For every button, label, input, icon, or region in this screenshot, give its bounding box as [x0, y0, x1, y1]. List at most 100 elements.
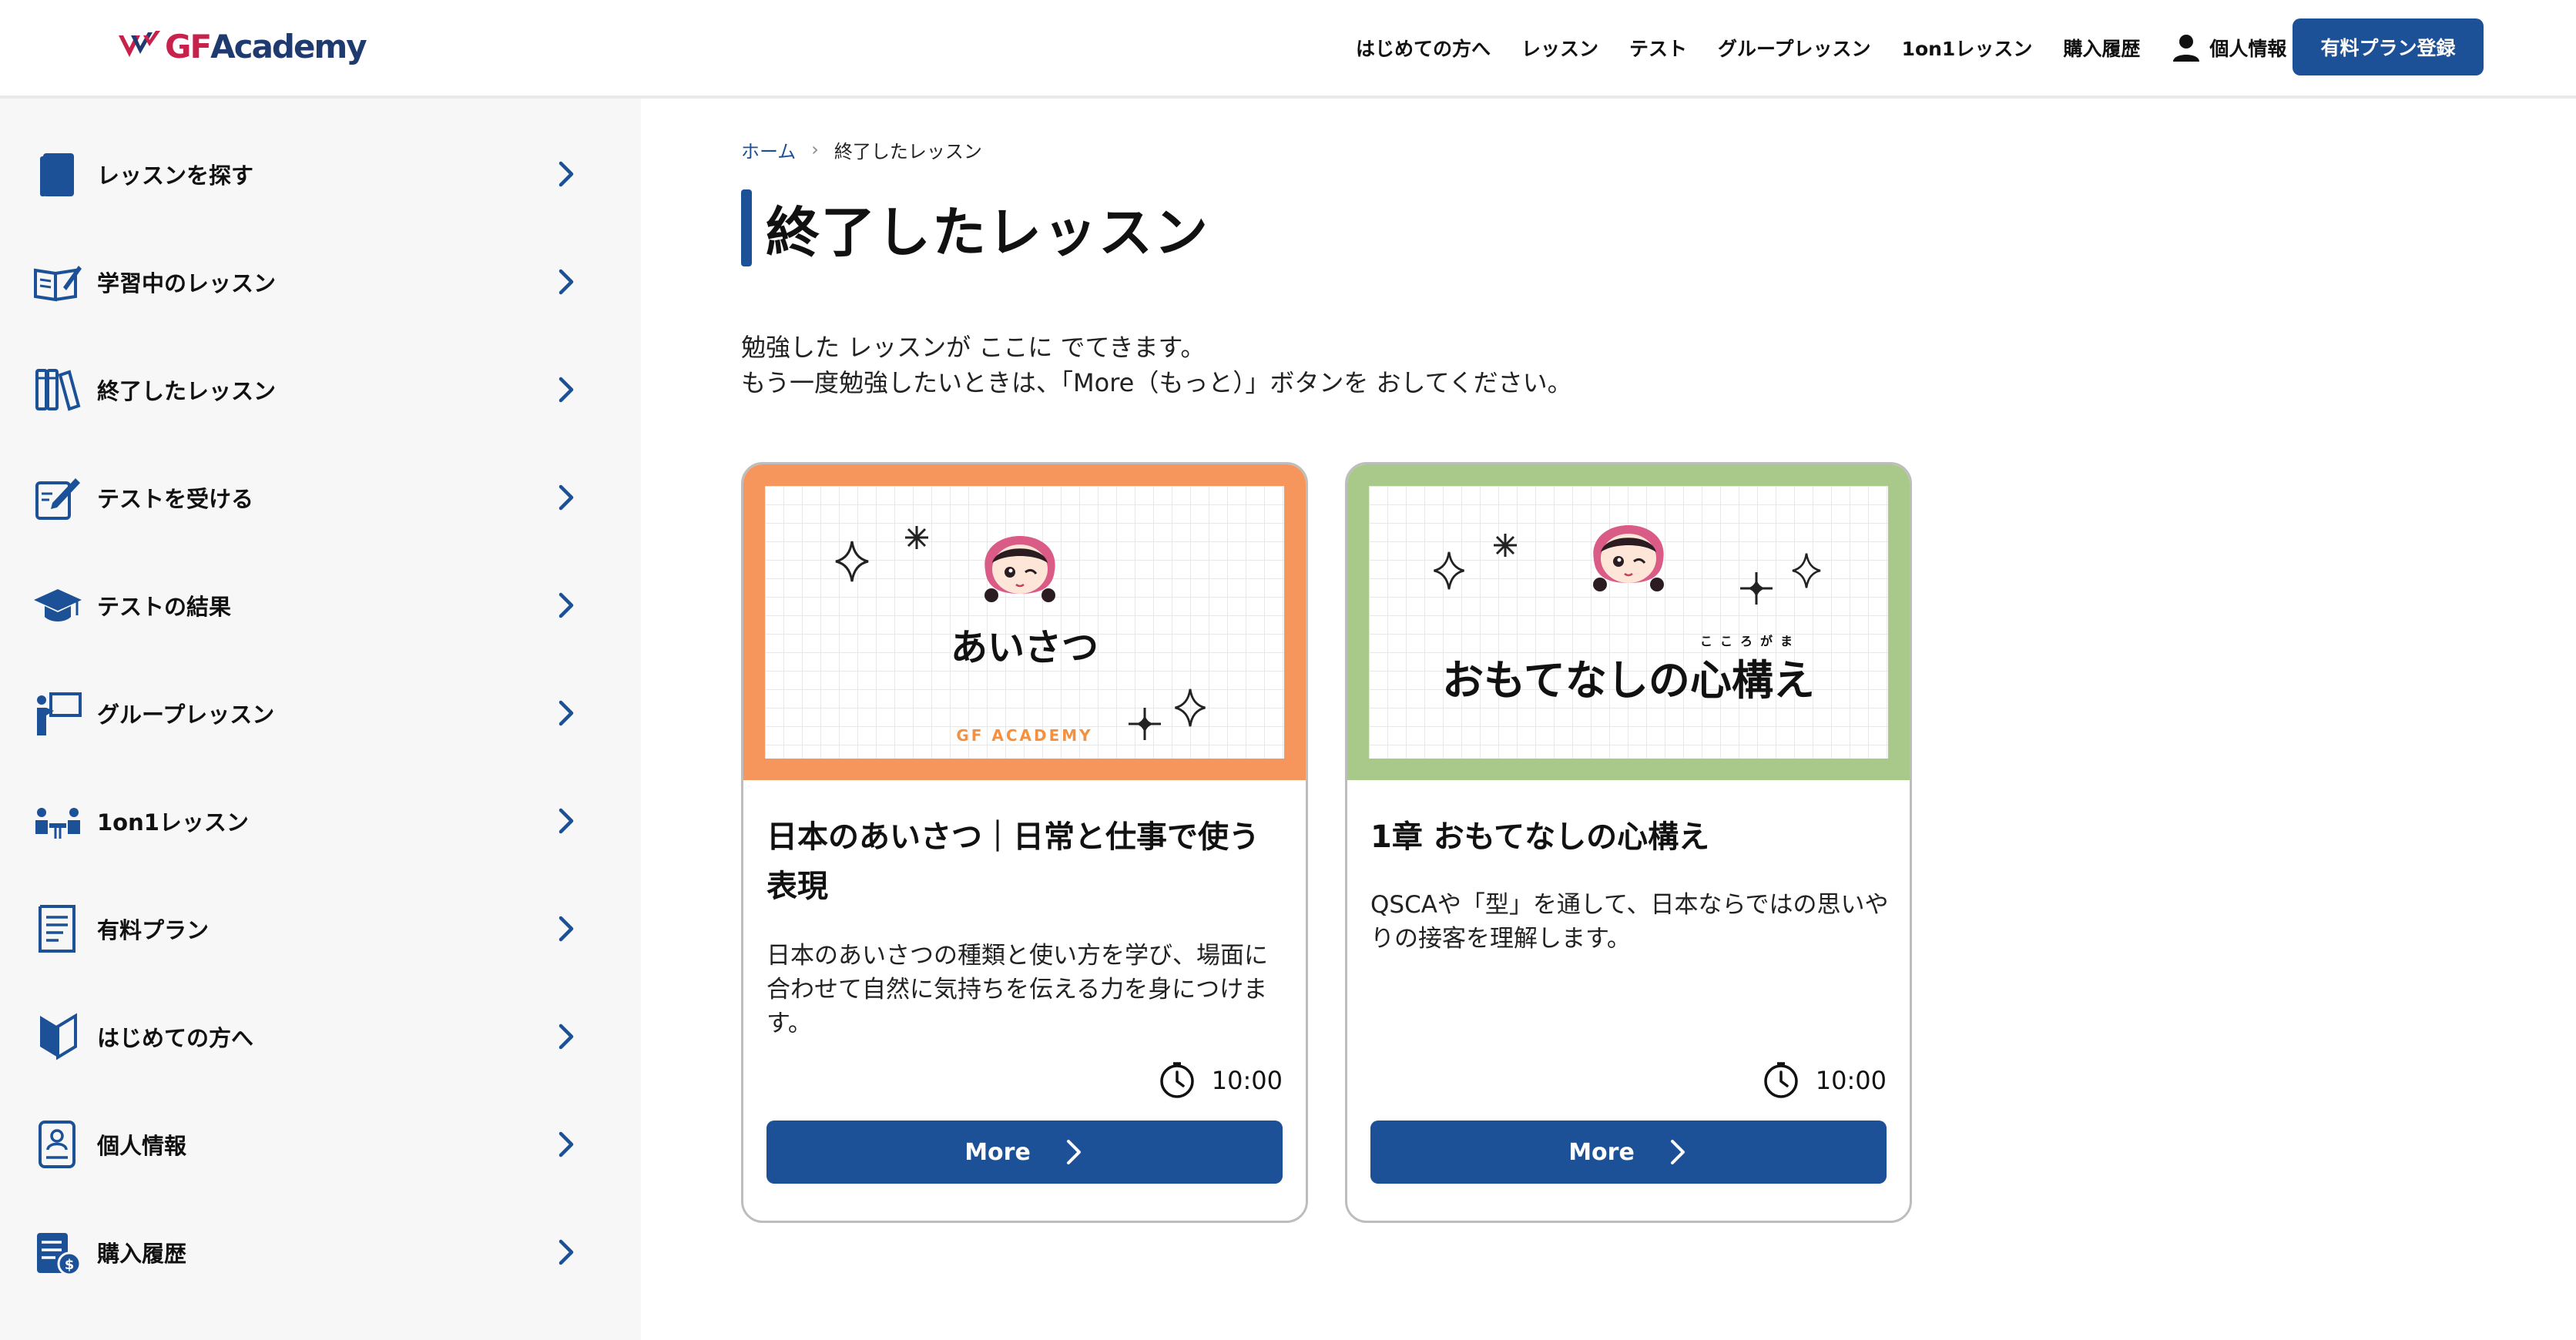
thumbnail-canvas: あいさつ GF ACADEMY: [765, 486, 1284, 759]
chevron-right-icon: [558, 484, 574, 511]
sidebar-item-label: 学習中のレッスン: [97, 270, 277, 296]
clock-icon: [1160, 1062, 1194, 1098]
sidebar-item-label: 1on1レッスン: [97, 809, 249, 836]
open-book-pen-icon: [31, 255, 85, 309]
lesson-duration-value: 10:00: [1815, 1066, 1887, 1095]
top-header: GF Academy はじめての方へ レッスン テスト グループレッスン 1on1…: [0, 0, 2576, 99]
chevron-right-icon: [558, 269, 574, 295]
logo-mark-icon: [119, 31, 160, 57]
page-title: 終了したレッスン: [741, 189, 1209, 266]
breadcrumb-separator: ›: [811, 139, 819, 160]
more-button[interactable]: More: [1370, 1121, 1887, 1184]
chevron-right-icon: [558, 161, 574, 187]
nav-account[interactable]: 個人情報: [2171, 32, 2286, 63]
logo-text: GF Academy: [165, 27, 367, 65]
thumbnail-title: おもてなしの心構え: [1442, 656, 1815, 705]
sparkle-icon: [1792, 553, 1821, 588]
clock-icon: [1764, 1062, 1798, 1098]
sidebar-item-group-lessons[interactable]: グループレッスン: [0, 659, 641, 767]
books-icon: [31, 363, 85, 417]
chevron-right-icon: [558, 916, 574, 942]
intro-line-2: もう一度勉強したいときは、「More（もっと）」ボタンを おしてください。: [741, 368, 1572, 397]
chevron-right-icon: [558, 808, 574, 834]
thumbnail-brand: GF ACADEMY: [956, 726, 1093, 745]
sidebar-item-paid-plan[interactable]: 有料プラン: [0, 875, 641, 983]
chevron-right-icon: [558, 700, 574, 726]
top-nav: はじめての方へ レッスン テスト グループレッスン 1on1レッスン 購入履歴 …: [1356, 0, 2286, 95]
sidebar-item-find-lessons[interactable]: レッスンを探す: [0, 120, 641, 228]
nav-account-label: 個人情報: [2209, 38, 2287, 60]
sidebar-item-label: 購入履歴: [97, 1241, 187, 1267]
meeting-icon: [31, 794, 85, 848]
lesson-card-description: 日本のあいさつの種類と使い方を学び、場面に合わせて自然に気持ちを伝える力を身につ…: [766, 942, 1268, 1037]
sidebar-item-beginners[interactable]: はじめての方へ: [0, 983, 641, 1090]
breadcrumb: ホーム › 終了したレッスン: [741, 134, 982, 165]
nav-1on1-lessons[interactable]: 1on1レッスン: [1902, 34, 2033, 62]
breadcrumb-home-link[interactable]: ホーム: [741, 136, 796, 163]
sidebar-item-purchase-history[interactable]: $ 購入履歴: [0, 1198, 641, 1306]
lesson-thumbnail[interactable]: あいさつ GF ACADEMY: [743, 464, 1306, 780]
mascot-character-icon: [984, 536, 1055, 602]
mascot-character-icon: [1593, 525, 1664, 591]
sidebar-item-label: レッスンを探す: [97, 162, 254, 189]
beginner-mark-icon: [31, 1010, 85, 1064]
nav-group-lessons[interactable]: グループレッスン: [1718, 34, 1871, 62]
sparkle-icon: [1175, 688, 1206, 727]
sparkle-icon: [835, 541, 869, 582]
lesson-duration: 10:00: [1158, 1059, 1283, 1102]
page-intro: 勉強した レッスンが ここに でてきます。 もう一度勉強したいときは、「More…: [741, 330, 1820, 400]
presentation-icon: [31, 686, 85, 740]
receipt-icon: [31, 902, 85, 956]
graduation-cap-icon: [31, 578, 85, 632]
star-sparkle-icon: [1740, 572, 1773, 605]
lesson-thumbnail[interactable]: こころがま おもてなしの心構え: [1347, 464, 1910, 780]
star-sparkle-icon: [1129, 708, 1161, 740]
title-accent-bar: [741, 189, 752, 266]
asterisk-sparkle-icon: [905, 526, 928, 549]
sidebar-item-label: テストを受ける: [97, 486, 254, 512]
chevron-right-icon: [558, 1023, 574, 1050]
paid-plan-signup-button[interactable]: 有料プラン登録: [2293, 18, 2484, 75]
sidebar-item-1on1-lessons[interactable]: 1on1レッスン: [0, 767, 641, 875]
lesson-card: あいさつ GF ACADEMY 日本のあいさつ｜日常と仕事で使う表現 日本のあい…: [741, 462, 1308, 1223]
lesson-card-title: 1章 おもてなしの心構え: [1370, 819, 1710, 855]
nav-lessons[interactable]: レッスン: [1521, 34, 1598, 62]
more-button[interactable]: More: [766, 1121, 1283, 1184]
nav-tests[interactable]: テスト: [1629, 34, 1687, 62]
asterisk-sparkle-icon: [1494, 534, 1517, 557]
lesson-card-description: QSCAや「型」を通して、日本ならではの思いやりの接客を理解します。: [1370, 891, 1889, 953]
sidebar-item-label: 有料プラン: [97, 917, 210, 943]
gf-academy-logo[interactable]: GF Academy: [117, 23, 367, 69]
lesson-duration-value: 10:00: [1211, 1066, 1283, 1095]
sidebar-item-in-progress[interactable]: 学習中のレッスン: [0, 228, 641, 336]
more-button-label: More: [964, 1138, 1031, 1166]
more-button-label: More: [1568, 1138, 1635, 1166]
sidebar: レッスンを探す 学習中のレッスン 終了したレッスン テストを受ける テストの結果: [0, 99, 641, 1340]
sidebar-item-label: はじめての方へ: [97, 1025, 254, 1051]
chevron-right-icon: [1066, 1140, 1081, 1164]
sidebar-item-take-test[interactable]: テストを受ける: [0, 444, 641, 551]
nav-beginners[interactable]: はじめての方へ: [1356, 34, 1491, 62]
purchase-history-icon: $: [31, 1225, 85, 1279]
chevron-right-icon: [558, 1131, 574, 1157]
thumbnail-title: あいさつ: [950, 626, 1098, 669]
breadcrumb-current: 終了したレッスン: [834, 140, 982, 162]
chevron-right-icon: [558, 1239, 574, 1265]
sidebar-item-label: 終了したレッスン: [97, 378, 277, 404]
test-edit-icon: [31, 471, 85, 524]
chevron-right-icon: [1670, 1140, 1685, 1164]
sidebar-item-profile[interactable]: 個人情報: [0, 1090, 641, 1198]
sidebar-item-test-results[interactable]: テストの結果: [0, 551, 641, 659]
chevron-right-icon: [558, 377, 574, 403]
sidebar-item-label: 個人情報: [97, 1133, 187, 1159]
svg-text:$: $: [65, 1257, 75, 1273]
book-icon: [31, 147, 85, 201]
lesson-card: こころがま おもてなしの心構え 1章 おもてなしの心構え QSCAや「型」を通し…: [1345, 462, 1912, 1223]
sidebar-item-label: グループレッスン: [97, 702, 275, 728]
thumbnail-canvas: こころがま おもてなしの心構え: [1369, 486, 1888, 759]
page-title-text: 終了したレッスン: [766, 200, 1209, 264]
sparkle-icon: [1434, 551, 1464, 590]
nav-purchase-history[interactable]: 購入履歴: [2063, 34, 2140, 62]
profile-doc-icon: [31, 1117, 85, 1171]
sidebar-item-completed[interactable]: 終了したレッスン: [0, 336, 641, 444]
